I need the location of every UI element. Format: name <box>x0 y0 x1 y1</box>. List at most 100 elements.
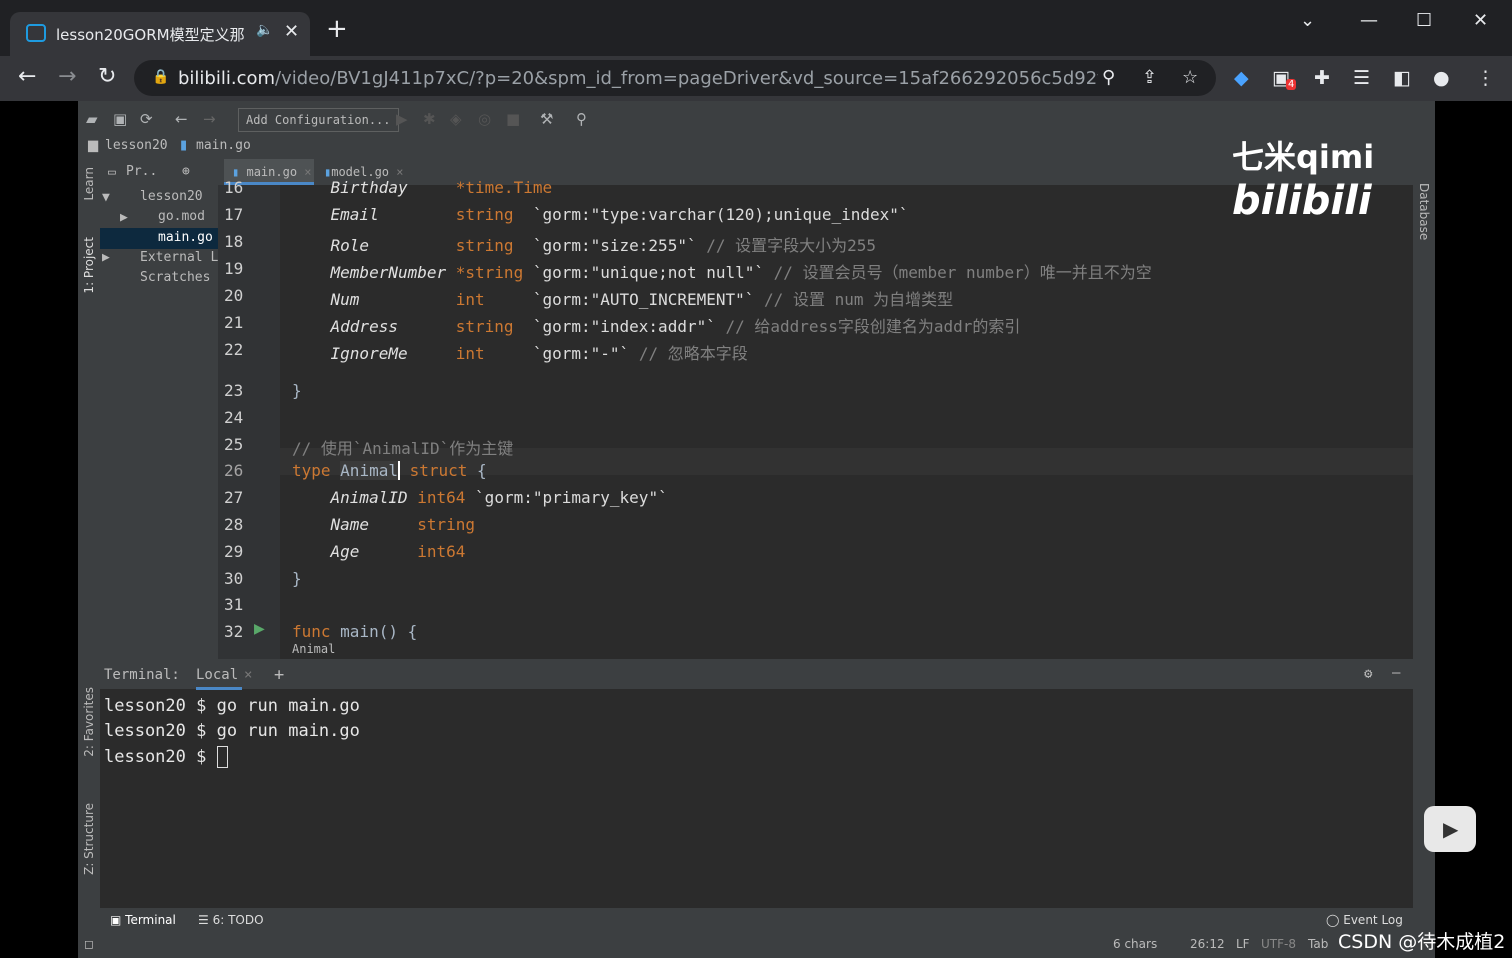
status-encoding[interactable]: UTF-8 <box>1261 937 1296 951</box>
status-position[interactable]: 26:12 <box>1190 937 1225 951</box>
tree-collapse-icon[interactable]: ▶ <box>120 210 128 225</box>
tree-item-go-mod[interactable]: go.mod <box>158 209 205 224</box>
tree-item-main-go[interactable]: main.go <box>158 230 213 245</box>
line-number: 25 <box>224 435 244 454</box>
line-number: 31 <box>224 595 244 614</box>
terminal-panel[interactable]: Terminal: Local × + ⚙ — lesson20 $ go ru… <box>100 663 1413 908</box>
new-tab-button[interactable]: + <box>326 16 348 42</box>
breadcrumb-folder-icon: ▆ <box>88 138 98 153</box>
sync-icon[interactable]: ⟳ <box>140 110 153 128</box>
tree-expand-icon[interactable]: ▼ <box>102 190 110 205</box>
bottom-tool-bar: ▣ Terminal ☰ 6: TODO ◯ Event Log <box>100 908 1413 932</box>
coverage-icon[interactable]: ◈ <box>450 110 462 128</box>
new-terminal-icon[interactable]: + <box>274 665 284 685</box>
forward-nav-icon[interactable]: → <box>203 110 216 128</box>
menu-icon[interactable]: ⋮ <box>1476 67 1495 89</box>
line-number: 24 <box>224 408 244 427</box>
terminal-tab-close-icon[interactable]: × <box>244 667 252 683</box>
project-view-selector[interactable]: Pr.. <box>126 164 157 179</box>
tree-collapse-icon[interactable]: ▶ <box>102 250 110 265</box>
line-number: 30 <box>224 569 244 588</box>
code-line: Birthday *time.Time <box>330 178 553 197</box>
minimize-icon[interactable]: — <box>1360 10 1378 31</box>
code-line: } <box>292 569 302 588</box>
add-configuration-button[interactable]: Add Configuration... <box>238 108 399 132</box>
url-text[interactable]: bilibili.com/video/BV1gJ411p7xC/?p=20&sp… <box>178 68 1098 89</box>
code-line: AnimalID int64 `gorm:"primary_key"` <box>330 488 668 507</box>
breadcrumb-file[interactable]: main.go <box>196 138 251 153</box>
terminal-label: Terminal: <box>104 667 180 683</box>
profile-icon[interactable]: ● <box>1433 67 1450 89</box>
bottom-tab-todo[interactable]: ☰ 6: TODO <box>198 913 264 927</box>
tree-item-scratches[interactable]: Scratches <box>140 270 210 285</box>
tree-item-external[interactable]: External L <box>140 250 218 265</box>
learn-tool-tab[interactable]: Learn <box>82 167 96 201</box>
status-line-separator[interactable]: LF <box>1236 937 1250 951</box>
code-line: type Animal struct { <box>292 461 487 480</box>
search-everywhere-icon[interactable]: ⚲ <box>576 110 587 128</box>
line-number: 18 <box>224 232 244 251</box>
code-line: MemberNumber *string `gorm:"unique;not n… <box>330 263 1152 282</box>
close-window-icon[interactable]: ✕ <box>1473 10 1488 31</box>
bottom-tab-terminal[interactable]: ▣ Terminal <box>110 913 176 927</box>
side-panel-icon[interactable]: ◧ <box>1393 67 1411 89</box>
reading-list-icon[interactable]: ☰ <box>1353 67 1370 89</box>
project-view-icon[interactable]: ▭ <box>108 165 116 180</box>
share-icon[interactable]: ⇪ <box>1142 67 1157 88</box>
audio-icon[interactable]: 🔈 <box>256 22 273 38</box>
bilibili-play-icon[interactable]: ▶ <box>1424 806 1476 852</box>
code-editor[interactable]: ▮ main.go × ▮model.go × 23 } 24 25 // 使用… <box>218 159 1413 659</box>
terminal-prompt[interactable]: lesson20 $ <box>104 746 228 768</box>
locate-icon[interactable]: ⊕ <box>182 164 190 179</box>
hide-panel-icon[interactable]: — <box>1392 665 1400 681</box>
wrench-icon[interactable]: ⚒ <box>540 110 553 128</box>
code-line: Address string `gorm:"index:addr"` // 给a… <box>330 317 1021 336</box>
extension-badge-icon[interactable]: ▣ 4 <box>1272 67 1297 90</box>
lock-icon[interactable]: 🔒 <box>152 69 169 85</box>
browser-tabstrip: lesson20GORM模型定义那 🔈 ✕ + ⌄ — ☐ ✕ <box>0 0 1512 56</box>
reload-icon[interactable]: ↻ <box>98 64 116 89</box>
terminal-tab-local[interactable]: Local <box>196 667 243 690</box>
debug-icon[interactable]: ✱ <box>423 110 436 128</box>
extensions-puzzle-icon[interactable]: ✚ <box>1314 67 1330 89</box>
settings-gear-icon[interactable]: ⚙ <box>1364 666 1372 682</box>
address-bar[interactable]: 🔒 bilibili.com/video/BV1gJ411p7xC/?p=20&… <box>134 60 1216 96</box>
save-icon[interactable]: ▣ <box>113 110 127 128</box>
breadcrumb-hint: Animal <box>292 642 336 656</box>
tool-windows-icon[interactable]: ◻ <box>84 937 94 951</box>
status-chars[interactable]: 6 chars <box>1113 937 1157 951</box>
back-nav-icon[interactable]: ← <box>175 110 188 128</box>
cursor <box>216 746 228 768</box>
run-gutter-icon[interactable]: ▶ <box>254 621 265 637</box>
open-folder-icon[interactable]: ▰ <box>86 110 98 128</box>
breadcrumb-file-icon: ▮ <box>180 138 188 153</box>
tab-search-icon[interactable]: ⌄ <box>1300 10 1315 31</box>
status-indent[interactable]: Tab <box>1308 937 1328 951</box>
zoom-search-icon[interactable]: ⚲ <box>1102 67 1115 88</box>
code-comment: // 使用`AnimalID`作为主键 <box>292 439 514 458</box>
bookmark-star-icon[interactable]: ☆ <box>1182 67 1198 88</box>
code-line: IgnoreMe int `gorm:"-"` // 忽略本字段 <box>330 344 748 363</box>
stop-icon[interactable]: ■ <box>506 110 520 128</box>
line-number: 23 <box>224 381 244 400</box>
favorites-tool-tab[interactable]: 2: Favorites <box>82 687 96 757</box>
browser-tab[interactable]: lesson20GORM模型定义那 🔈 ✕ <box>10 12 310 56</box>
code-line: Name string <box>330 515 476 534</box>
run-icon[interactable]: ▶ <box>396 110 408 128</box>
terminal-line: lesson20 $ go run main.go <box>104 696 360 716</box>
watermark: 七米qimi bilibili <box>1232 138 1375 224</box>
maximize-icon[interactable]: ☐ <box>1416 10 1432 31</box>
profile-run-icon[interactable]: ◎ <box>478 110 491 128</box>
code-line: Role string `gorm:"size:255"` // 设置字段大小为… <box>330 236 877 255</box>
tree-item-lesson20[interactable]: lesson20 <box>140 189 203 204</box>
ide-toolbar: ▰ ▣ ⟳ ← → Add Configuration... ▶ ✱ ◈ ◎ ■… <box>78 105 1435 135</box>
structure-tool-tab[interactable]: Z: Structure <box>82 803 96 875</box>
extension-gem-icon[interactable]: ◆ <box>1234 67 1249 89</box>
back-icon[interactable]: ← <box>18 64 36 89</box>
code-line: func main() { <box>292 622 418 641</box>
event-log-button[interactable]: ◯ Event Log <box>1326 913 1403 927</box>
breadcrumb-project[interactable]: lesson20 <box>105 138 168 153</box>
forward-icon[interactable]: → <box>58 64 76 89</box>
tab-close-icon[interactable]: ✕ <box>284 21 299 42</box>
project-tool-tab[interactable]: 1: Project <box>82 237 96 294</box>
